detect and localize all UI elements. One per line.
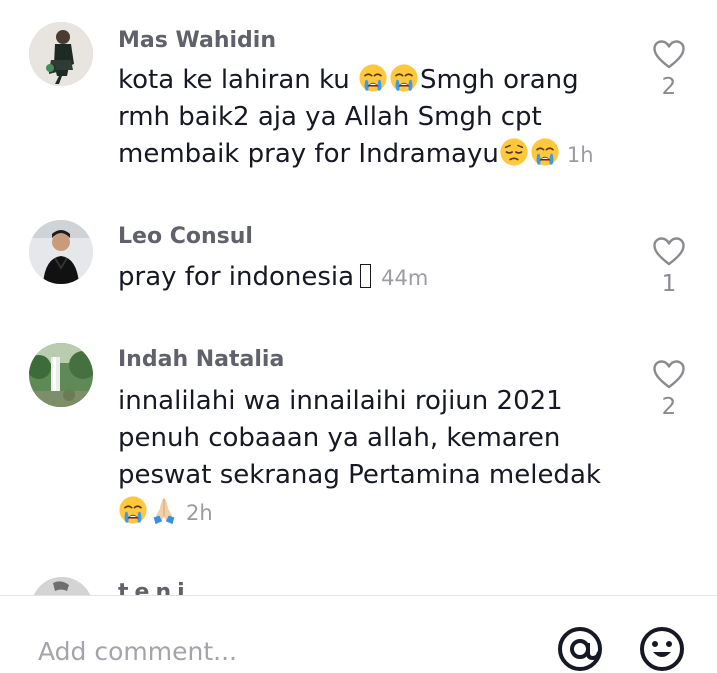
crying-face-icon xyxy=(358,63,388,93)
like-count: 2 xyxy=(661,394,677,420)
emoji-icon[interactable] xyxy=(638,625,686,673)
comment-username[interactable]: Leo Consul xyxy=(118,224,253,250)
avatar-image xyxy=(29,343,93,407)
avatar-image xyxy=(29,22,93,86)
add-comment-input[interactable] xyxy=(38,634,518,668)
pensive-face-icon xyxy=(499,137,529,167)
comment-username[interactable]: Indah Natalia xyxy=(118,347,284,373)
comment-username[interactable]: Mas Wahidin xyxy=(118,28,276,54)
like-count: 2 xyxy=(661,74,677,100)
crying-face-icon xyxy=(389,63,419,93)
comment-text: pray for indonesia 44m xyxy=(118,259,618,297)
heart-icon xyxy=(653,237,685,266)
comment-text-part: innalilahi wa innailaihi rojiun 2021 pen… xyxy=(118,386,601,490)
crying-face-icon xyxy=(530,137,560,167)
comment-text: kota ke lahiran ku Smgh orang rmh baik2 … xyxy=(118,62,618,174)
partial-comment-item: teni xyxy=(0,577,717,595)
comment-time: 44m xyxy=(381,266,429,290)
comment-time: 1h xyxy=(566,143,594,167)
comment-username[interactable]: teni xyxy=(118,580,191,595)
comment-text-part: kota ke lahiran ku xyxy=(118,65,359,95)
like-button[interactable]: 2 xyxy=(648,40,690,100)
at-sign-icon[interactable] xyxy=(556,625,604,673)
avatar-image xyxy=(31,577,93,595)
avatar[interactable] xyxy=(29,220,93,284)
folded-hands-icon xyxy=(149,495,179,525)
comment-time: 2h xyxy=(186,501,213,525)
like-button[interactable]: 2 xyxy=(648,360,690,420)
avatar[interactable] xyxy=(31,577,93,595)
missing-glyph-icon xyxy=(360,264,372,288)
comment-text-part: pray for indonesia xyxy=(118,262,355,292)
comment-input-bar xyxy=(0,595,717,671)
comment-text: innalilahi wa innailaihi rojiun 2021 pen… xyxy=(118,383,618,532)
avatar[interactable] xyxy=(29,22,93,86)
like-count: 1 xyxy=(661,271,677,297)
avatar-image xyxy=(29,220,93,284)
crying-face-icon xyxy=(118,495,148,525)
like-button[interactable]: 1 xyxy=(648,237,690,297)
heart-icon xyxy=(653,40,685,69)
avatar[interactable] xyxy=(29,343,93,407)
heart-icon xyxy=(653,360,685,389)
